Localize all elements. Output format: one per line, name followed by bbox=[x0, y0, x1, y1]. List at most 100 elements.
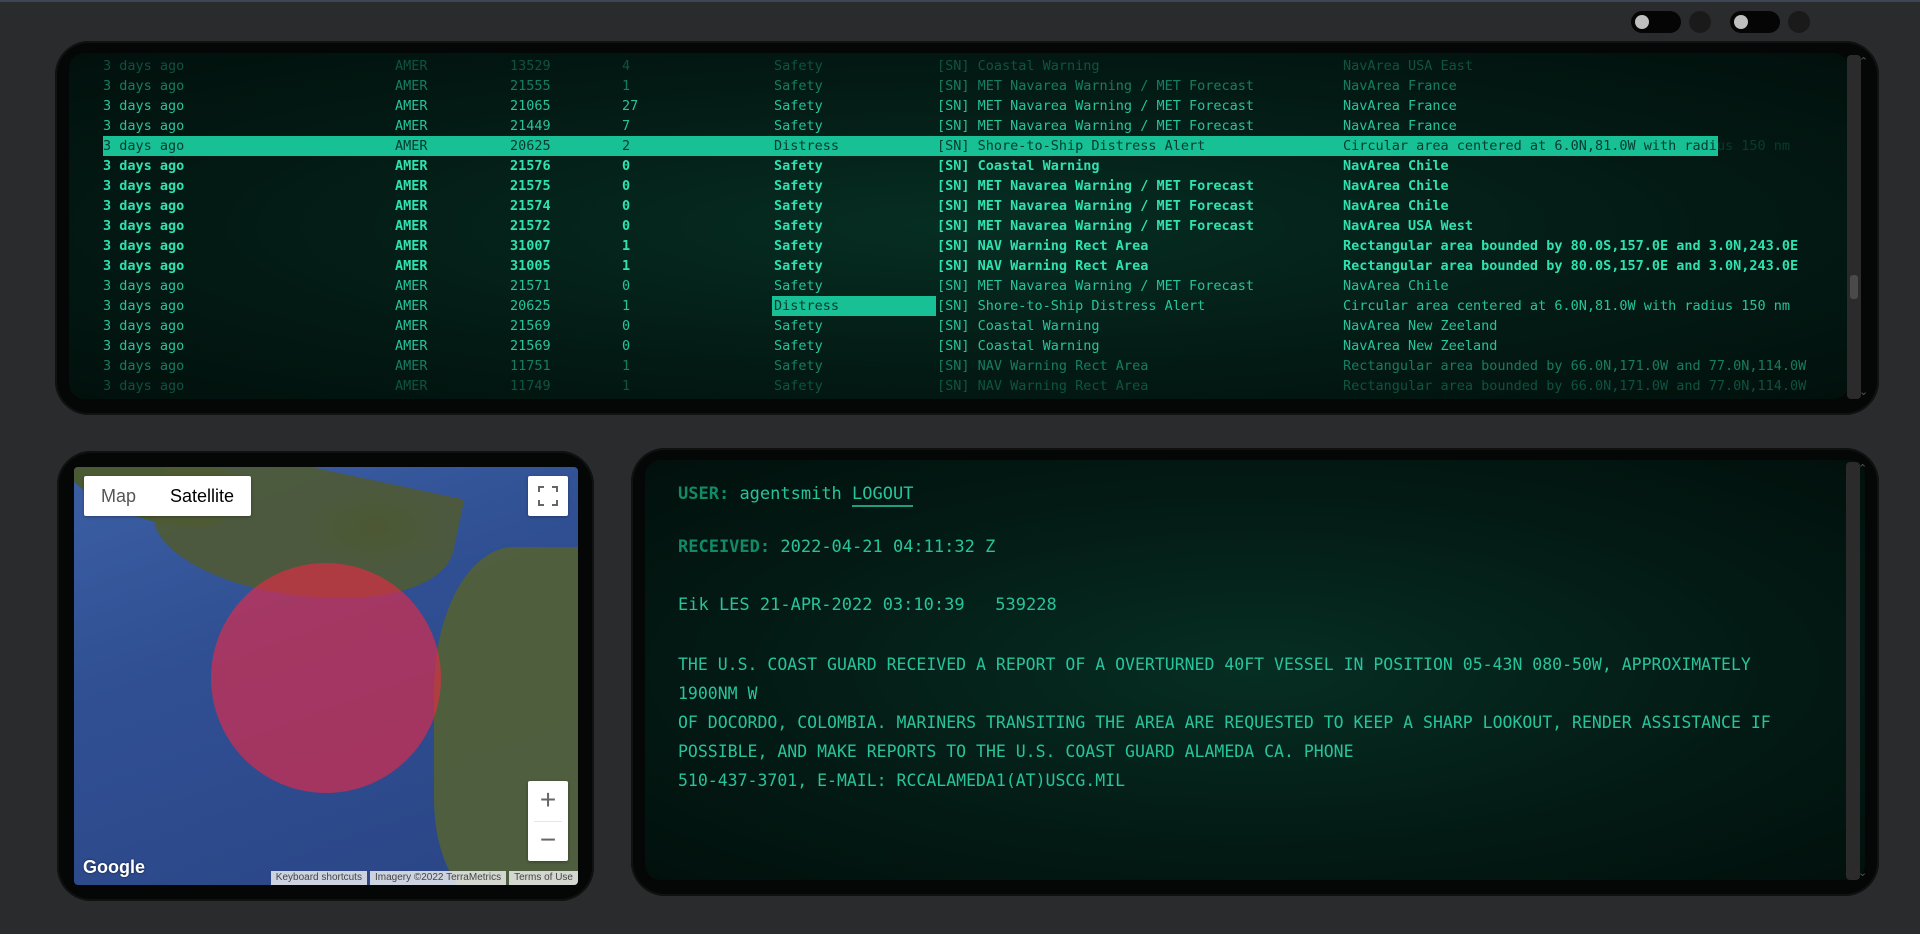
scroll-down-icon[interactable]: ⌄ bbox=[1859, 385, 1868, 398]
indicator-dot bbox=[1689, 11, 1711, 33]
message-type: [SN] NAV Warning Rect Area bbox=[937, 358, 1149, 374]
message-time: 3 days ago bbox=[103, 198, 185, 214]
message-priority: Safety bbox=[774, 98, 823, 114]
message-count: 0 bbox=[622, 158, 631, 174]
message-type: [SN] Shore-to-Ship Distress Alert bbox=[937, 298, 1206, 314]
message-time: 3 days ago bbox=[103, 218, 185, 234]
distress-area-circle[interactable] bbox=[211, 563, 441, 793]
message-area: NavArea France bbox=[1343, 78, 1457, 94]
message-body-line: 510-437-3701, E-MAIL: RCCALAMEDA1(AT)USC… bbox=[678, 771, 1126, 790]
message-body-line: OF DOCORDO, COLOMBIA. MARINERS TRANSITIN… bbox=[678, 713, 1771, 732]
scroll-up-icon[interactable]: ⌃ bbox=[1859, 55, 1868, 68]
message-id: 11749 bbox=[510, 378, 551, 394]
message-list-screen: 3 days ago AMER 13529 4 Safety [SN] Coastal W… bbox=[69, 53, 1849, 399]
received-timestamp: 2022-04-21 04:11:32 Z bbox=[780, 537, 996, 557]
message-row[interactable]: 3 days ago AMER 20625 2 Distress [SN] Shore-t… bbox=[103, 136, 1790, 156]
message-time: 3 days ago bbox=[103, 58, 185, 74]
message-id: 21449 bbox=[510, 118, 551, 134]
message-count: 0 bbox=[622, 218, 631, 234]
scroll-up-icon[interactable]: ⌃ bbox=[1858, 462, 1867, 475]
message-area: NavArea Chile bbox=[1343, 158, 1449, 174]
message-type: [SN] MET Navarea Warning / MET Forecast bbox=[937, 218, 1254, 234]
message-body-line: POSSIBLE, AND MAKE REPORTS TO THE U.S. C… bbox=[678, 742, 1354, 761]
message-time: 3 days ago bbox=[103, 118, 185, 134]
message-id: 21065 bbox=[510, 98, 551, 114]
zoom-control: + − bbox=[528, 781, 568, 861]
message-region: AMER bbox=[395, 358, 428, 374]
message-priority: Safety bbox=[774, 58, 823, 74]
map-type-control: Map Satellite bbox=[84, 476, 252, 516]
scroll-down-icon[interactable]: ⌄ bbox=[1858, 866, 1867, 879]
fullscreen-button[interactable] bbox=[528, 476, 568, 516]
theme-toggle[interactable] bbox=[1631, 11, 1681, 33]
user-label: USER: bbox=[678, 484, 730, 504]
message-time: 3 days ago bbox=[103, 78, 185, 94]
message-count: 1 bbox=[622, 358, 631, 374]
message-body-line: THE U.S. COAST GUARD RECEIVED A REPORT O… bbox=[678, 655, 1751, 703]
toggle-knob bbox=[1635, 15, 1649, 29]
message-count: 0 bbox=[622, 278, 631, 294]
map-attribution: Keyboard shortcuts Imagery ©2022 TerraMe… bbox=[268, 871, 578, 885]
message-count: 1 bbox=[622, 298, 631, 314]
message-time: 3 days ago bbox=[103, 258, 185, 274]
map-type-satellite-button[interactable]: Satellite bbox=[153, 476, 251, 516]
message-type: [SN] Shore-to-Ship Distress Alert bbox=[937, 138, 1206, 154]
message-id: 20625 bbox=[510, 138, 551, 154]
message-id: 31005 bbox=[510, 258, 551, 274]
message-time: 3 days ago bbox=[103, 178, 185, 194]
message-time: 3 days ago bbox=[103, 278, 185, 294]
message-priority: Safety bbox=[774, 358, 823, 374]
message-region: AMER bbox=[395, 238, 428, 254]
username: agentsmith bbox=[739, 484, 842, 504]
map-view[interactable]: Map Satellite + − Google Keyboard shortc… bbox=[74, 467, 578, 885]
message-count: 1 bbox=[622, 258, 631, 274]
message-id: 21569 bbox=[510, 338, 551, 354]
message-priority: Safety bbox=[774, 318, 823, 334]
message-priority: Safety bbox=[774, 118, 823, 134]
message-count: 2 bbox=[622, 138, 631, 154]
message-time: 3 days ago bbox=[103, 378, 185, 394]
message-type: [SN] Coastal Warning bbox=[937, 338, 1100, 354]
message-count: 7 bbox=[622, 118, 631, 134]
message-region: AMER bbox=[395, 118, 428, 134]
logout-link[interactable]: LOGOUT bbox=[852, 484, 914, 507]
zoom-out-button[interactable]: − bbox=[528, 821, 568, 861]
message-area: Rectangular area bounded by 80.0S,157.0E… bbox=[1343, 238, 1799, 254]
message-priority: Distress bbox=[772, 296, 936, 316]
received-line: RECEIVED: 2022-04-21 04:11:32 Z bbox=[678, 537, 995, 557]
message-id: 13529 bbox=[510, 58, 551, 74]
message-region: AMER bbox=[395, 318, 428, 334]
scrollbar-thumb[interactable] bbox=[1850, 275, 1858, 299]
message-region: AMER bbox=[395, 298, 428, 314]
message-count: 1 bbox=[622, 238, 631, 254]
message-time: 3 days ago bbox=[103, 358, 185, 374]
message-type: [SN] MET Navarea Warning / MET Forecast bbox=[937, 118, 1254, 134]
message-id: 31007 bbox=[510, 238, 551, 254]
message-area: NavArea Chile bbox=[1343, 198, 1449, 214]
message-count: 0 bbox=[622, 338, 631, 354]
map-type-map-button[interactable]: Map bbox=[84, 476, 153, 516]
google-logo: Google bbox=[83, 857, 145, 877]
detail-scrollbar[interactable] bbox=[1846, 462, 1860, 880]
message-time: 3 days ago bbox=[103, 338, 185, 354]
message-priority: Safety bbox=[774, 158, 823, 174]
message-priority: Safety bbox=[774, 238, 823, 254]
zoom-in-button[interactable]: + bbox=[528, 781, 568, 821]
keyboard-shortcuts-link[interactable]: Keyboard shortcuts bbox=[270, 871, 367, 885]
sound-toggle[interactable] bbox=[1730, 11, 1780, 33]
message-time: 3 days ago bbox=[103, 158, 185, 174]
message-region: AMER bbox=[395, 78, 428, 94]
message-region: AMER bbox=[395, 58, 428, 74]
message-priority: Safety bbox=[774, 218, 823, 234]
message-area: Rectangular area bounded by 66.0N,171.0W… bbox=[1343, 378, 1807, 394]
imagery-credit: Imagery ©2022 TerraMetrics bbox=[369, 871, 507, 885]
toggle-knob bbox=[1734, 15, 1748, 29]
message-count: 1 bbox=[622, 378, 631, 394]
message-region: AMER bbox=[395, 218, 428, 234]
terms-of-use-link[interactable]: Terms of Use bbox=[509, 871, 578, 885]
message-count: 27 bbox=[622, 98, 639, 114]
message-list-scrollbar[interactable] bbox=[1847, 55, 1861, 399]
message-priority: Safety bbox=[774, 178, 823, 194]
indicator-dot bbox=[1788, 11, 1810, 33]
message-region: AMER bbox=[395, 178, 428, 194]
